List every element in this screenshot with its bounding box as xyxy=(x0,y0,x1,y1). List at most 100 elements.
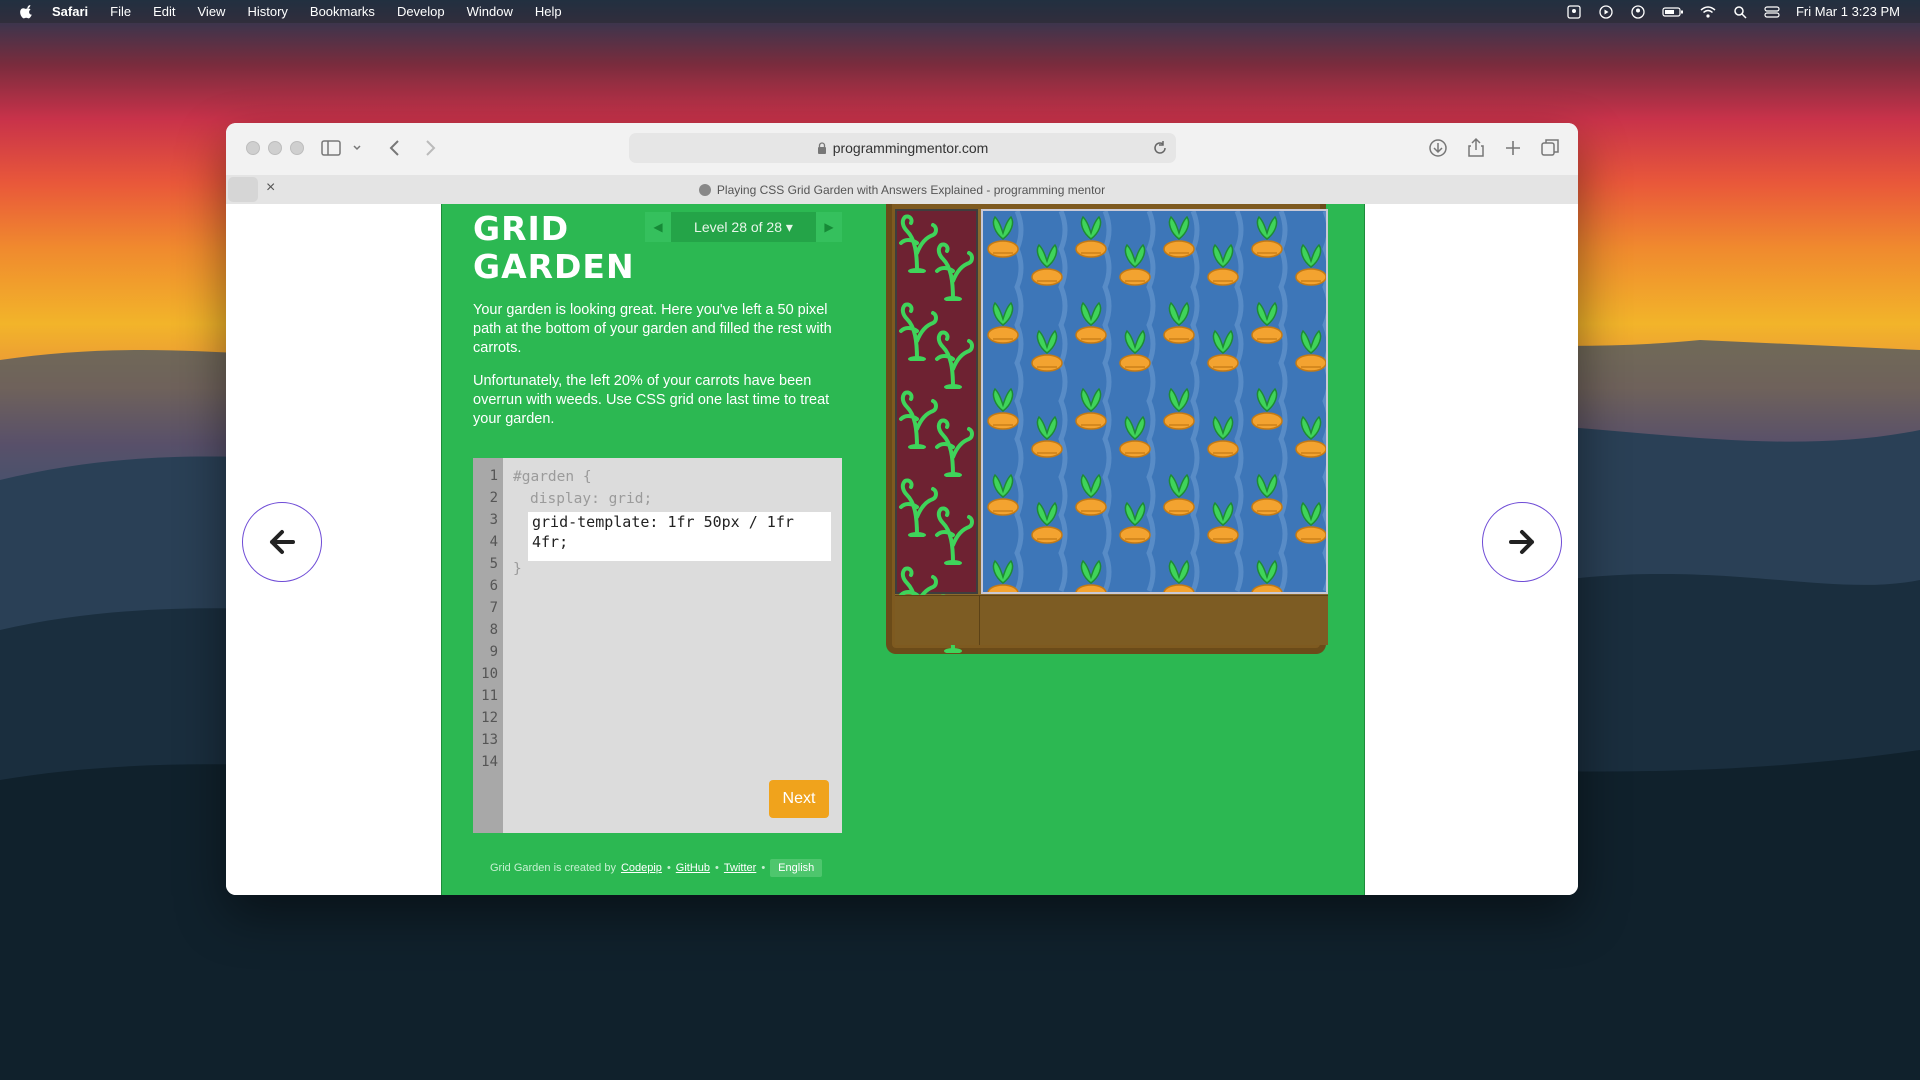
window-controls xyxy=(246,141,304,155)
instruction-paragraph-1: Your garden is looking great. Here you'v… xyxy=(473,302,832,356)
grid-garden-game: GRID GARDEN ◀ Level 28 of 28 ▾ ▶ Your ga… xyxy=(441,204,1365,895)
title-line-2: GARDEN xyxy=(473,247,635,286)
carrot-icon xyxy=(1251,215,1283,258)
garden-path xyxy=(895,595,1328,645)
tab-overview-icon[interactable] xyxy=(1539,137,1561,159)
carrot-icon xyxy=(1119,415,1151,458)
github-link[interactable]: GitHub xyxy=(676,862,710,874)
carrot-icon xyxy=(1075,387,1107,430)
safari-window: programmingmentor.com Playing CSS Grid G… xyxy=(226,123,1578,895)
previous-level-button[interactable]: ◀ xyxy=(645,212,671,242)
carrot-icon xyxy=(1075,473,1107,516)
new-tab-icon[interactable] xyxy=(1502,137,1524,159)
forward-icon[interactable] xyxy=(419,137,441,159)
twitter-link[interactable]: Twitter xyxy=(724,862,756,874)
carrot-icon xyxy=(1031,329,1063,372)
menu-extras: Fri Mar 1 3:23 PM xyxy=(1566,0,1900,23)
control-center-icon[interactable] xyxy=(1764,5,1780,19)
wifi-icon[interactable] xyxy=(1700,5,1716,19)
sidebar-toggle-icon[interactable] xyxy=(320,137,342,159)
zoom-window-button[interactable] xyxy=(290,141,304,155)
menu-edit[interactable]: Edit xyxy=(153,4,175,19)
footer-separator: • xyxy=(761,862,766,874)
weed-icon xyxy=(935,506,974,565)
carrot-icon xyxy=(1163,473,1195,516)
download-icon[interactable] xyxy=(1427,137,1449,159)
close-window-button[interactable] xyxy=(246,141,260,155)
carrot-icon xyxy=(1119,501,1151,544)
pinned-tab[interactable] xyxy=(228,177,258,202)
carrot-icon xyxy=(1163,559,1195,592)
carrot-icon xyxy=(987,559,1019,592)
menu-file[interactable]: File xyxy=(110,4,131,19)
carrot-icon xyxy=(1295,501,1326,544)
carrot-icon xyxy=(1163,215,1195,258)
site-favicon-icon xyxy=(698,183,711,196)
apple-logo-icon[interactable] xyxy=(20,4,34,19)
line-number: 2 xyxy=(489,490,498,506)
back-icon[interactable] xyxy=(384,137,406,159)
address-bar[interactable]: programmingmentor.com xyxy=(629,133,1176,163)
carrot-water-area xyxy=(981,209,1328,594)
carrot-icon xyxy=(987,387,1019,430)
game-title: GRID GARDEN xyxy=(473,210,635,286)
menu-develop[interactable]: Develop xyxy=(397,4,445,19)
chevron-down-icon[interactable] xyxy=(352,137,362,159)
carrot-icon xyxy=(987,473,1019,516)
level-navigator: ◀ Level 28 of 28 ▾ ▶ xyxy=(645,212,842,242)
carrot-icon xyxy=(1251,301,1283,344)
active-tab[interactable]: Playing CSS Grid Garden with Answers Exp… xyxy=(226,175,1578,204)
reload-icon[interactable] xyxy=(1152,140,1168,156)
footer-separator: • xyxy=(666,862,671,874)
game-footer: Grid Garden is created by Codepip • GitH… xyxy=(490,859,823,877)
carrot-icon xyxy=(1207,243,1239,286)
tab-bar: Playing CSS Grid Garden with Answers Exp… xyxy=(226,175,1578,205)
menu-history[interactable]: History xyxy=(247,4,287,19)
contacts-icon[interactable] xyxy=(1566,4,1582,19)
code-line-2: display: grid; xyxy=(530,491,653,507)
carrot-icon xyxy=(987,301,1019,344)
menu-help[interactable]: Help xyxy=(535,4,562,19)
footer-credit: Grid Garden is created by xyxy=(490,862,616,874)
carrot-icon xyxy=(987,215,1019,258)
carrot-icon xyxy=(1295,243,1326,286)
menu-window[interactable]: Window xyxy=(467,4,513,19)
line-number: 6 xyxy=(489,578,498,594)
arrow-left-icon xyxy=(270,530,295,554)
line-number: 14 xyxy=(481,754,498,770)
menu-clock[interactable]: Fri Mar 1 3:23 PM xyxy=(1796,4,1900,19)
close-tab-icon[interactable]: × xyxy=(266,179,275,197)
user-icon[interactable] xyxy=(1630,4,1646,19)
footer-separator: • xyxy=(715,862,719,874)
line-number: 7 xyxy=(489,600,498,616)
line-number: 9 xyxy=(489,644,498,660)
line-number: 5 xyxy=(489,556,498,572)
css-code-input[interactable]: grid-template: 1fr 50px / 1fr 4fr; xyxy=(528,512,831,561)
share-icon[interactable] xyxy=(1465,137,1487,159)
carrot-icon xyxy=(1207,501,1239,544)
menu-app-name[interactable]: Safari xyxy=(52,4,88,19)
carrot-icon xyxy=(1163,301,1195,344)
level-label: Level 28 of 28 xyxy=(694,218,783,235)
carrot-icon xyxy=(1075,301,1107,344)
play-icon[interactable] xyxy=(1598,4,1614,19)
codepip-link[interactable]: Codepip xyxy=(621,862,662,874)
previous-page-button[interactable] xyxy=(242,502,322,582)
level-dropdown[interactable]: Level 28 of 28 ▾ xyxy=(671,219,816,236)
spotlight-search-icon[interactable] xyxy=(1732,5,1748,19)
next-level-button[interactable]: ▶ xyxy=(816,212,842,242)
title-line-1: GRID xyxy=(473,209,570,248)
line-number: 4 xyxy=(489,534,498,550)
battery-icon[interactable] xyxy=(1662,5,1684,19)
garden-board xyxy=(895,209,1328,653)
code-line-5: } xyxy=(513,561,522,577)
next-button[interactable]: Next xyxy=(769,780,829,818)
arrow-right-icon xyxy=(1509,530,1534,554)
menu-bookmarks[interactable]: Bookmarks xyxy=(310,4,375,19)
next-page-button[interactable] xyxy=(1482,502,1562,582)
minimize-window-button[interactable] xyxy=(268,141,282,155)
weeds-area xyxy=(895,209,978,653)
menu-view[interactable]: View xyxy=(198,4,226,19)
language-selector[interactable]: English xyxy=(770,859,823,877)
line-number: 3 xyxy=(489,512,498,528)
